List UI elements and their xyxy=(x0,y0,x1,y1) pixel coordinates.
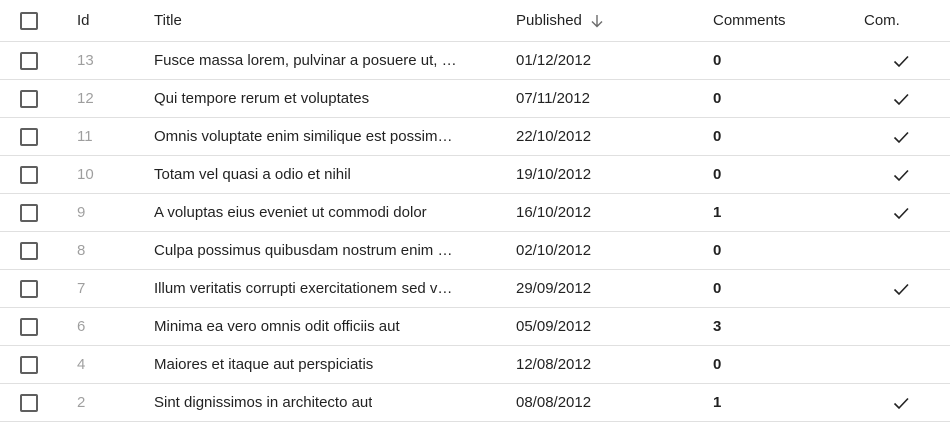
row-title: Minima ea vero omnis odit officiis aut xyxy=(154,317,400,335)
row-commentable xyxy=(864,308,924,345)
table-row[interactable]: 12 Qui tempore rerum et voluptates 07/11… xyxy=(0,80,950,118)
check-icon xyxy=(891,89,911,109)
header-published-label: Published xyxy=(516,12,582,29)
row-id: 8 xyxy=(77,242,86,259)
row-id: 7 xyxy=(77,280,86,297)
check-icon xyxy=(891,51,911,71)
table-row[interactable]: 7 Illum veritatis corrupti exercitatione… xyxy=(0,270,950,308)
row-comments: 0 xyxy=(713,52,722,69)
row-id: 6 xyxy=(77,318,86,335)
row-checkbox[interactable] xyxy=(20,203,38,222)
header-published[interactable]: Published xyxy=(516,0,666,41)
row-id: 2 xyxy=(77,394,86,411)
row-title: Totam vel quasi a odio et nihil xyxy=(154,165,351,183)
row-id: 12 xyxy=(77,90,94,107)
row-checkbox[interactable] xyxy=(20,165,38,184)
row-comments: 1 xyxy=(713,204,722,221)
header-commentable[interactable]: Com. xyxy=(864,0,924,41)
table-row[interactable]: 13 Fusce massa lorem, pulvinar a posuere… xyxy=(0,42,950,80)
table-row[interactable]: 6 Minima ea vero omnis odit officiis aut… xyxy=(0,308,950,346)
table-header: Id Title Published Comments Com. xyxy=(0,0,950,42)
row-comments: 0 xyxy=(713,242,722,259)
row-comments: 1 xyxy=(713,394,722,411)
row-published: 02/10/2012 xyxy=(516,242,592,259)
row-published: 07/11/2012 xyxy=(516,90,590,107)
header-title[interactable]: Title xyxy=(154,0,494,41)
row-id: 11 xyxy=(77,128,93,145)
table-row[interactable]: 2 Sint dignissimos in architecto aut 08/… xyxy=(0,384,950,422)
row-title: Illum veritatis corrupti exercitationem … xyxy=(154,279,453,297)
row-title: A voluptas eius eveniet ut commodi dolor xyxy=(154,203,427,221)
row-id: 9 xyxy=(77,204,86,221)
row-comments: 0 xyxy=(713,356,722,373)
row-title: Culpa possimus quibusdam nostrum enim … xyxy=(154,241,453,259)
row-checkbox[interactable] xyxy=(20,393,38,412)
row-comments: 0 xyxy=(713,166,722,183)
arrow-down-icon xyxy=(590,14,604,28)
row-published: 08/08/2012 xyxy=(516,394,592,411)
row-commentable xyxy=(864,194,924,231)
row-published: 19/10/2012 xyxy=(516,166,592,183)
row-title: Fusce massa lorem, pulvinar a posuere ut… xyxy=(154,51,457,69)
row-id: 10 xyxy=(77,166,94,183)
row-commentable xyxy=(864,270,924,307)
row-id: 13 xyxy=(77,52,94,69)
row-comments: 0 xyxy=(713,280,722,297)
row-comments: 3 xyxy=(713,318,722,335)
row-title: Maiores et itaque aut perspiciatis xyxy=(154,355,374,373)
table-row[interactable]: 4 Maiores et itaque aut perspiciatis 12/… xyxy=(0,346,950,384)
row-title: Qui tempore rerum et voluptates xyxy=(154,89,370,107)
select-all-checkbox[interactable] xyxy=(20,11,38,30)
row-checkbox[interactable] xyxy=(20,127,38,146)
row-published: 16/10/2012 xyxy=(516,204,592,221)
header-comments[interactable]: Comments xyxy=(713,0,833,41)
row-checkbox[interactable] xyxy=(20,241,38,260)
row-commentable xyxy=(864,232,924,269)
table-row[interactable]: 10 Totam vel quasi a odio et nihil 19/10… xyxy=(0,156,950,194)
table-row[interactable]: 8 Culpa possimus quibusdam nostrum enim … xyxy=(0,232,950,270)
check-icon xyxy=(891,393,911,413)
table-row[interactable]: 11 Omnis voluptate enim similique est po… xyxy=(0,118,950,156)
check-icon xyxy=(891,127,911,147)
row-commentable xyxy=(864,346,924,383)
row-commentable xyxy=(864,80,924,117)
row-published: 01/12/2012 xyxy=(516,52,592,69)
row-published: 29/09/2012 xyxy=(516,280,592,297)
posts-table: Id Title Published Comments Com. 13 Fusc… xyxy=(0,0,950,428)
check-icon xyxy=(891,165,911,185)
row-checkbox[interactable] xyxy=(20,279,38,298)
row-id: 4 xyxy=(77,356,86,373)
row-checkbox[interactable] xyxy=(20,355,38,374)
row-commentable xyxy=(864,118,924,155)
row-comments: 0 xyxy=(713,90,722,107)
row-published: 12/08/2012 xyxy=(516,356,592,373)
row-commentable xyxy=(864,384,924,421)
table-row[interactable]: 9 A voluptas eius eveniet ut commodi dol… xyxy=(0,194,950,232)
row-checkbox[interactable] xyxy=(20,51,38,70)
row-comments: 0 xyxy=(713,128,722,145)
header-id[interactable]: Id xyxy=(77,0,127,41)
table-body: 13 Fusce massa lorem, pulvinar a posuere… xyxy=(0,42,950,422)
row-commentable xyxy=(864,42,924,79)
row-published: 05/09/2012 xyxy=(516,318,592,335)
row-commentable xyxy=(864,156,924,193)
row-title: Omnis voluptate enim similique est possi… xyxy=(154,127,453,145)
check-icon xyxy=(891,279,911,299)
row-published: 22/10/2012 xyxy=(516,128,592,145)
row-title: Sint dignissimos in architecto aut xyxy=(154,393,373,411)
check-icon xyxy=(891,203,911,223)
row-checkbox[interactable] xyxy=(20,317,38,336)
row-checkbox[interactable] xyxy=(20,89,38,108)
